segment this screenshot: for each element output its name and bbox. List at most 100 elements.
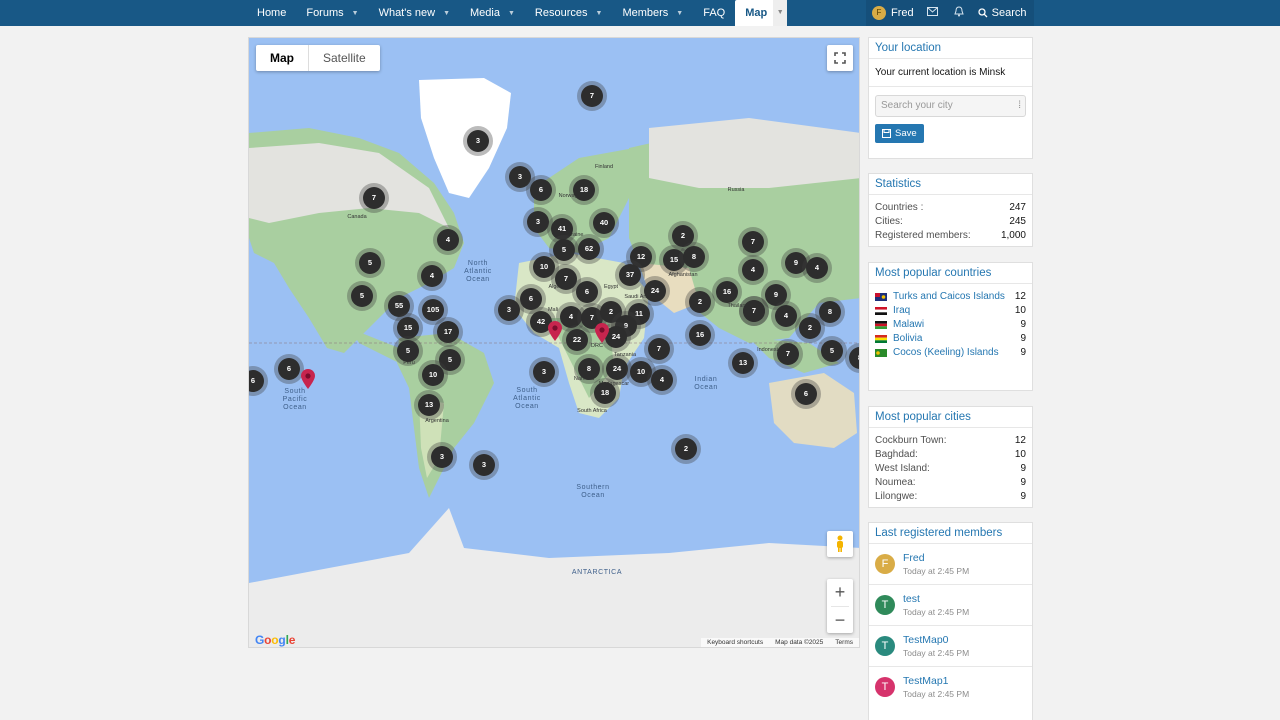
marker-cluster[interactable]: 3 [533, 361, 555, 383]
marker-cluster[interactable]: 5 [397, 340, 419, 362]
chevron-down-icon[interactable]: ▼ [352, 10, 359, 17]
country-link[interactable]: Malawi [893, 318, 1006, 332]
member-name-link[interactable]: TestMap1 [903, 675, 969, 687]
nav-item-media[interactable]: Media ▼ [460, 0, 525, 26]
marker-cluster[interactable]: 55 [388, 295, 410, 317]
marker-cluster[interactable]: 3 [431, 446, 453, 468]
attribution-link[interactable]: Terms [829, 638, 859, 647]
marker-cluster[interactable]: 3 [467, 130, 489, 152]
marker-cluster[interactable]: 7 [743, 300, 765, 322]
search-button[interactable]: Search [972, 0, 1033, 26]
chevron-down-icon[interactable]: ▼ [596, 10, 603, 17]
marker-cluster[interactable]: 5 [351, 285, 373, 307]
world-map[interactable]: North Atlantic Ocean South Pacific Ocean South… [248, 37, 860, 648]
marker-cluster[interactable]: 13 [418, 394, 440, 416]
marker-cluster[interactable]: 13 [732, 352, 754, 374]
country-link[interactable]: Turks and Caicos Islands [893, 290, 1006, 304]
marker-cluster[interactable]: 2 [689, 291, 711, 313]
marker-cluster[interactable]: 5 [439, 349, 461, 371]
member-name-link[interactable]: test [903, 593, 969, 605]
marker-cluster[interactable]: 5 [821, 340, 843, 362]
marker-cluster[interactable]: 7 [581, 85, 603, 107]
chevron-down-icon[interactable]: ▼ [508, 10, 515, 17]
marker-cluster[interactable]: 4 [437, 229, 459, 251]
marker-cluster[interactable]: 10 [422, 364, 444, 386]
marker-cluster[interactable]: 3 [473, 454, 495, 476]
marker-cluster[interactable]: 8 [819, 301, 841, 323]
marker-cluster[interactable]: 15 [663, 249, 685, 271]
envelope-icon[interactable] [920, 7, 946, 19]
marker-cluster[interactable]: 9 [785, 252, 807, 274]
marker-cluster[interactable]: 9 [765, 284, 787, 306]
marker-cluster[interactable]: 8 [683, 246, 705, 268]
marker-cluster[interactable]: 3 [498, 299, 520, 321]
avatar[interactable]: T [875, 677, 895, 697]
street-view-button[interactable] [827, 531, 853, 557]
marker-cluster[interactable]: 4 [775, 305, 797, 327]
avatar[interactable]: T [875, 595, 895, 615]
nav-item-members[interactable]: Members ▼ [612, 0, 693, 26]
marker-cluster[interactable]: 3 [527, 211, 549, 233]
chevron-down-icon[interactable]: ▼ [443, 10, 450, 17]
nav-item-faq[interactable]: FAQ [693, 0, 735, 26]
member-name-link[interactable]: Fred [903, 552, 969, 564]
marker-cluster[interactable]: 62 [578, 238, 600, 260]
marker-cluster[interactable]: 18 [573, 179, 595, 201]
nav-item-map[interactable]: Map ▼ [735, 0, 788, 26]
marker-cluster[interactable]: 3 [509, 166, 531, 188]
nav-item-what-s-new[interactable]: What's new ▼ [369, 0, 460, 26]
marker-cluster[interactable]: 41 [551, 218, 573, 240]
marker-cluster[interactable]: 7 [363, 187, 385, 209]
marker-cluster[interactable]: 8 [578, 358, 600, 380]
marker-cluster[interactable]: 10 [533, 256, 555, 278]
map-pin-marker[interactable] [547, 320, 563, 342]
marker-cluster[interactable]: 6 [278, 358, 300, 380]
marker-cluster[interactable]: 2 [675, 438, 697, 460]
zoom-out-button[interactable]: − [827, 607, 853, 634]
member-name-link[interactable]: TestMap0 [903, 634, 969, 646]
marker-cluster[interactable]: 22 [566, 329, 588, 351]
marker-cluster[interactable]: 16 [716, 281, 738, 303]
marker-cluster[interactable]: 17 [437, 321, 459, 343]
marker-cluster[interactable]: 15 [397, 317, 419, 339]
marker-cluster[interactable]: 18 [594, 382, 616, 404]
nav-item-home[interactable]: Home [247, 0, 296, 26]
avatar[interactable]: T [875, 636, 895, 656]
save-location-button[interactable]: Save [875, 124, 924, 143]
marker-cluster[interactable]: 10 [630, 361, 652, 383]
zoom-in-button[interactable]: + [827, 579, 853, 606]
fullscreen-button[interactable] [827, 45, 853, 71]
chevron-down-icon[interactable]: ▼ [676, 10, 683, 17]
country-link[interactable]: Iraq [893, 304, 1006, 318]
marker-cluster[interactable]: 4 [421, 265, 443, 287]
avatar[interactable]: F [875, 554, 895, 574]
marker-cluster[interactable]: 105 [422, 299, 444, 321]
marker-cluster[interactable]: 2 [799, 317, 821, 339]
map-type-map-button[interactable]: Map [256, 45, 309, 71]
marker-cluster[interactable]: 6 [530, 179, 552, 201]
chevron-down-icon[interactable]: ▼ [773, 0, 788, 26]
attribution-link[interactable]: Keyboard shortcuts [701, 638, 769, 647]
marker-cluster[interactable]: 2 [672, 225, 694, 247]
marker-cluster[interactable]: 7 [777, 343, 799, 365]
map-pin-marker[interactable] [594, 322, 610, 344]
city-search-input[interactable]: Search your city ⁞ [875, 95, 1026, 117]
marker-cluster[interactable]: 5 [553, 239, 575, 261]
marker-cluster[interactable]: 6 [520, 288, 542, 310]
marker-cluster[interactable]: 6 [576, 281, 598, 303]
marker-cluster[interactable]: 24 [644, 280, 666, 302]
country-link[interactable]: Bolivia [893, 332, 1006, 346]
map-pin-marker[interactable] [300, 368, 316, 390]
marker-cluster[interactable]: 24 [606, 358, 628, 380]
marker-cluster[interactable]: 4 [560, 306, 582, 328]
marker-cluster[interactable]: 7 [648, 338, 670, 360]
marker-cluster[interactable]: 4 [806, 257, 828, 279]
marker-cluster[interactable]: 37 [619, 264, 641, 286]
map-type-satellite-button[interactable]: Satellite [309, 45, 380, 71]
marker-cluster[interactable]: 4 [742, 259, 764, 281]
user-menu[interactable]: F Fred [866, 0, 920, 26]
marker-cluster[interactable]: 7 [555, 268, 577, 290]
marker-cluster[interactable]: 6 [795, 383, 817, 405]
marker-cluster[interactable]: 7 [742, 231, 764, 253]
marker-cluster[interactable]: 16 [689, 324, 711, 346]
